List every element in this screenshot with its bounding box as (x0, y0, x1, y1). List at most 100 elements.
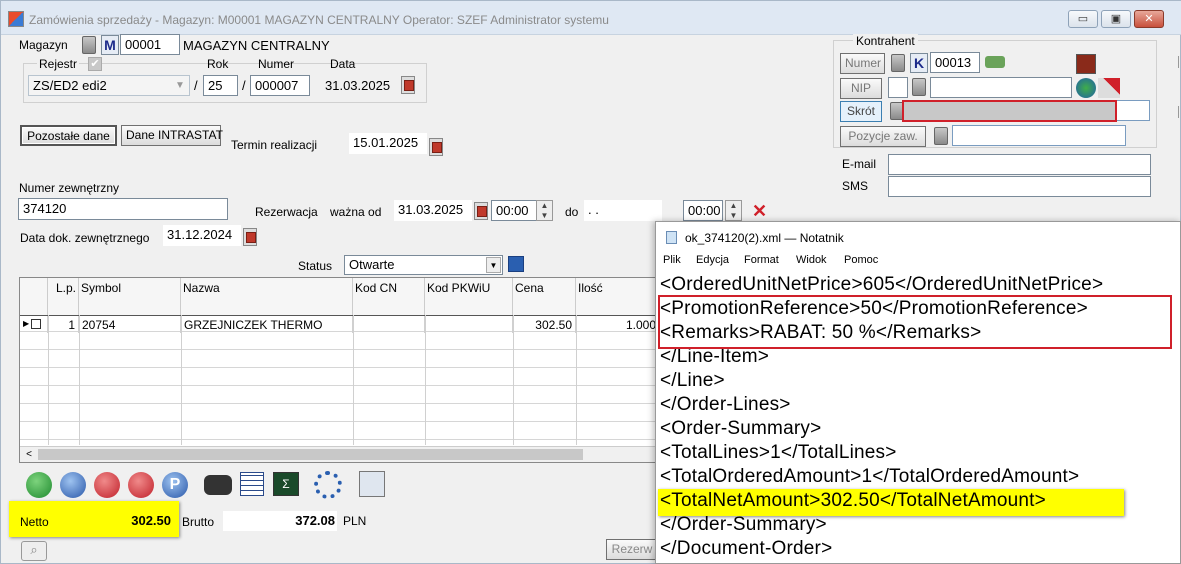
magazyn-lookup-icon[interactable] (82, 36, 96, 54)
status-select[interactable]: Otwarte (344, 255, 503, 275)
nip-prefix-field[interactable] (888, 77, 908, 98)
xml-line: </Order-Lines> (660, 394, 791, 415)
close-button[interactable]: ✕ (1134, 10, 1164, 28)
col-header[interactable]: Nazwa (181, 278, 353, 316)
notepad-window: ok_374120(2).xml — Notatnik Plik Edycja … (655, 221, 1181, 564)
calendar-icon[interactable] (401, 76, 415, 94)
slash-1: / (194, 78, 198, 93)
col-header[interactable]: Cena (513, 278, 576, 316)
status-chevron-down-icon[interactable]: ▼ (486, 257, 501, 273)
col-line (181, 315, 182, 445)
search-edit-icon[interactable] (60, 472, 86, 498)
cell-kodcn (353, 316, 425, 333)
col-header[interactable]: Kod PKWiU (425, 278, 513, 316)
pozycje-zaw-button[interactable]: Pozycje zaw. (840, 126, 926, 147)
numer-zewn-label: Numer zewnętrzny (19, 181, 120, 195)
gears-icon[interactable] (314, 471, 342, 499)
magazyn-name: MAGAZYN CENTRALNY (183, 38, 330, 53)
tab-pozostale-dane[interactable]: Pozostałe dane (20, 125, 117, 146)
col-header[interactable]: L.p. (48, 278, 79, 316)
header-indicator (20, 278, 48, 316)
email-label: E-mail (842, 157, 877, 171)
col-header[interactable]: Ilość (576, 278, 660, 316)
cell-symbol: 20754 (79, 316, 181, 333)
rezerwacja-do-time[interactable]: 00:00 (683, 200, 723, 221)
magazyn-code-field[interactable]: 00001 (120, 34, 180, 55)
numer-field[interactable]: 000007 (250, 75, 310, 96)
nip-field[interactable] (930, 77, 1072, 98)
magazyn-label: Magazyn (19, 38, 68, 52)
pozycje-field[interactable] (952, 125, 1126, 146)
scrollbar-thumb[interactable] (38, 449, 583, 460)
nip-button[interactable]: NIP (840, 78, 882, 99)
empty-row (20, 387, 660, 404)
kontrahent-lookup-icon[interactable] (891, 54, 905, 72)
data-dok-field[interactable]: 31.12.2024 (163, 225, 241, 246)
add-icon[interactable] (26, 472, 52, 498)
xml-line: </Document-Order> (660, 538, 833, 559)
col-header[interactable]: Symbol (79, 278, 181, 316)
chart-window-icon[interactable] (359, 471, 385, 497)
clear-x-icon[interactable]: ✕ (752, 202, 770, 220)
rok-label: Rok (207, 57, 229, 71)
kontrahent-numer-button[interactable]: Numer (840, 53, 885, 74)
termin-field[interactable]: 15.01.2025 (349, 133, 427, 154)
menu-widok[interactable]: Widok (796, 254, 827, 266)
kontrahent-numer-field[interactable]: 00013 (930, 52, 980, 73)
row-selector[interactable]: ▶ (20, 316, 48, 333)
p-icon[interactable]: P (162, 472, 188, 498)
rezerwacja-od-calendar-icon[interactable] (474, 202, 488, 220)
table-row[interactable]: ▶ 1 20754 GRZEJNICZEK THERMO 302.50 1.00… (20, 315, 660, 333)
globe-icon[interactable] (1076, 78, 1096, 98)
menu-plik[interactable]: Plik (663, 254, 681, 266)
scroll-left-arrow-icon[interactable]: < (22, 448, 36, 461)
menu-format[interactable]: Format (744, 254, 779, 266)
magazyn-letter: M (101, 35, 119, 55)
sum-icon[interactable]: Σ (273, 472, 299, 496)
xml-line: <OrderedUnitNetPrice>605</OrderedUnitNet… (660, 274, 1104, 295)
empty-row (20, 333, 660, 350)
brutto-value: 372.08 (223, 511, 337, 531)
remove-icon[interactable] (94, 472, 120, 498)
do-time-spinner[interactable]: ▲ ▼ (725, 200, 742, 221)
termin-calendar-icon[interactable] (429, 138, 443, 156)
rejestr-select[interactable]: ZS/ED2 edi2 (28, 75, 190, 96)
rezerw-button[interactable]: Rezerw (606, 539, 658, 560)
handshake-icon[interactable] (985, 56, 1005, 68)
data-dok-calendar-icon[interactable] (243, 228, 257, 246)
menu-edycja[interactable]: Edycja (696, 254, 729, 266)
col-line (513, 315, 514, 445)
minimize-button[interactable]: ▭ (1068, 10, 1098, 28)
rezerwacja-od-time[interactable]: 00:00 (491, 200, 537, 221)
binoculars-icon[interactable] (204, 475, 232, 495)
spy-icon[interactable] (1076, 54, 1096, 74)
flag-icon[interactable] (1098, 78, 1120, 98)
col-line (79, 315, 80, 445)
xml-line: <TotalOrderedAmount>1</TotalOrderedAmoun… (660, 466, 1080, 487)
list-icon[interactable] (508, 256, 524, 272)
menu-pomoc[interactable]: Pomoc (844, 254, 878, 266)
col-header[interactable]: Kod CN (353, 278, 425, 316)
kontrahent-label: Kontrahent (853, 34, 918, 48)
skrot-button[interactable]: Skrót (840, 101, 882, 122)
window-title: Zamówienia sprzedaży - Magazyn: M00001 M… (29, 13, 609, 27)
remove-confirm-icon[interactable] (128, 472, 154, 498)
empty-row (20, 423, 660, 440)
table-icon[interactable] (240, 472, 264, 496)
annotation-box-skrot (902, 100, 1117, 122)
title-bar: Zamówienia sprzedaży - Magazyn: M00001 M… (1, 1, 1181, 35)
paperclip-icon[interactable]: ⌕ (21, 541, 47, 561)
rezerwacja-do-date[interactable]: . . (584, 200, 662, 221)
horizontal-scrollbar[interactable]: < (20, 446, 660, 462)
email-field[interactable] (888, 154, 1151, 175)
nip-lookup-icon[interactable] (912, 78, 926, 96)
od-time-spinner[interactable]: ▲ ▼ (536, 200, 553, 221)
sms-field[interactable] (888, 176, 1151, 197)
rok-field[interactable]: 25 (203, 75, 238, 96)
restore-button[interactable]: ▣ (1101, 10, 1131, 28)
pozycje-lookup-icon[interactable] (934, 127, 948, 145)
chevron-down-icon[interactable]: ▼ (172, 77, 188, 94)
tab-dane-intrastat[interactable]: Dane INTRASTAT (121, 125, 223, 146)
numer-zewn-field[interactable]: 374120 (18, 198, 228, 220)
rezerwacja-od-date[interactable]: 31.03.2025 (394, 200, 472, 221)
